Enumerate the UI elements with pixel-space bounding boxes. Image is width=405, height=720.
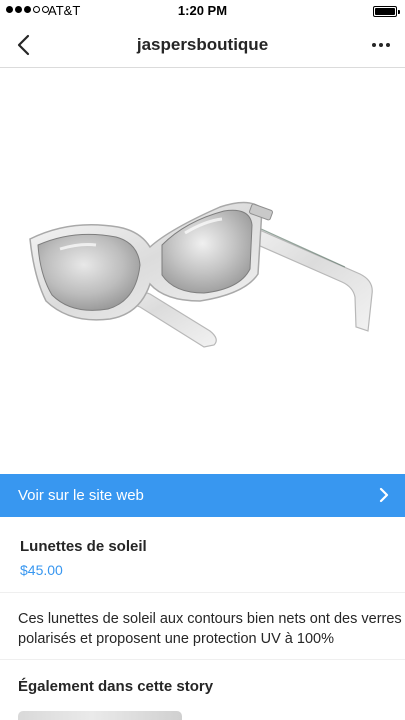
page-title[interactable]: jaspersboutique [0,35,405,55]
product-description-text: Ces lunettes de soleil aux contours bien… [18,611,402,647]
also-in-story-section: Également dans cette story [0,661,405,720]
more-horizontal-icon [372,43,376,47]
status-bar: AT&T 1:20 PM [0,0,405,22]
view-on-website-label: Voir sur le site web [18,487,144,504]
status-time: 1:20 PM [177,3,228,18]
navigation-bar: jaspersboutique [0,22,405,68]
product-description: Ces lunettes de soleil aux contours bien… [0,594,405,660]
story-product-thumbnail[interactable] [18,711,182,720]
product-info: Lunettes de soleil $45.00 [0,517,405,593]
sunglasses-image [29,201,373,348]
chevron-right-icon [379,487,389,503]
product-name: Lunettes de soleil [20,538,147,555]
product-price: $45.00 [20,562,63,578]
also-in-story-heading: Également dans cette story [18,678,214,695]
view-on-website-button[interactable]: Voir sur le site web [0,474,405,517]
product-image [0,69,405,474]
battery-icon [373,6,400,17]
more-options-button[interactable] [367,30,395,60]
